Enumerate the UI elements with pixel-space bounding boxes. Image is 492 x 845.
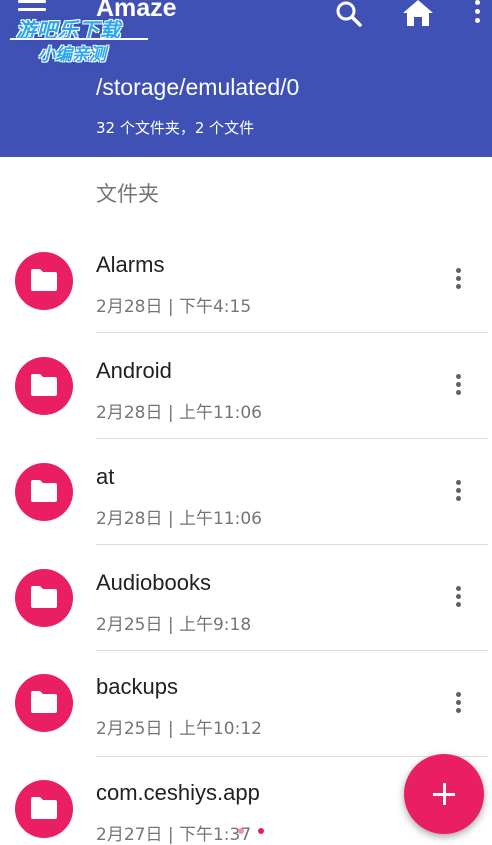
list-item[interactable]: backups 2月25日 | 上午10:12 [0,652,492,758]
list-item[interactable]: Android 2月28日 | 上午11:06 [0,334,492,440]
home-icon[interactable] [402,0,434,28]
current-path: /storage/emulated/0 [96,74,300,100]
item-more-icon[interactable] [448,372,468,402]
list-item[interactable]: Audiobooks 2月25日 | 上午9:18 [0,546,492,652]
app-bar: Amaze 游吧乐下载 小编亲测 /storage/emulated/0 32 … [0,0,492,157]
item-date: 2月27日 | 下午1:37 [96,825,252,845]
folder-icon [15,674,73,732]
folder-icon [15,463,73,521]
item-name: Android [96,358,172,383]
list-item[interactable]: Alarms 2月28日 | 下午4:15 [0,228,492,334]
watermark-logo: 游吧乐下载 小编亲测 [9,6,149,66]
item-date: 2月28日 | 上午11:06 [96,403,262,423]
more-vert-icon[interactable] [470,0,484,28]
folder-icon [15,569,73,627]
item-date: 2月28日 | 上午11:06 [96,509,262,529]
item-name: at [96,464,115,489]
item-date: 2月28日 | 下午4:15 [96,297,252,317]
divider [96,332,488,333]
item-name: com.ceshiys.app [96,780,260,805]
divider [96,650,488,651]
item-more-icon[interactable] [448,266,468,296]
scroll-indicator [238,828,268,836]
folder-file-count: 32 个文件夹，2 个文件 [96,119,255,137]
item-more-icon[interactable] [448,584,468,614]
item-date: 2月25日 | 上午9:18 [96,615,252,635]
search-icon[interactable] [334,0,364,30]
folder-icon [15,357,73,415]
list-item[interactable]: at 2月28日 | 上午11:06 [0,440,492,546]
folder-icon [15,252,73,310]
section-header-folders: 文件夹 [96,182,159,206]
divider [96,544,488,545]
item-date: 2月25日 | 上午10:12 [96,719,262,739]
watermark-line2: 小编亲测 [38,45,106,65]
item-more-icon[interactable] [448,478,468,508]
item-more-icon[interactable] [448,690,468,720]
item-name: backups [96,674,178,699]
item-name: Audiobooks [96,570,211,595]
add-fab-button[interactable] [404,754,484,834]
divider [96,438,488,439]
folder-icon [15,780,73,838]
item-name: Alarms [96,252,165,277]
